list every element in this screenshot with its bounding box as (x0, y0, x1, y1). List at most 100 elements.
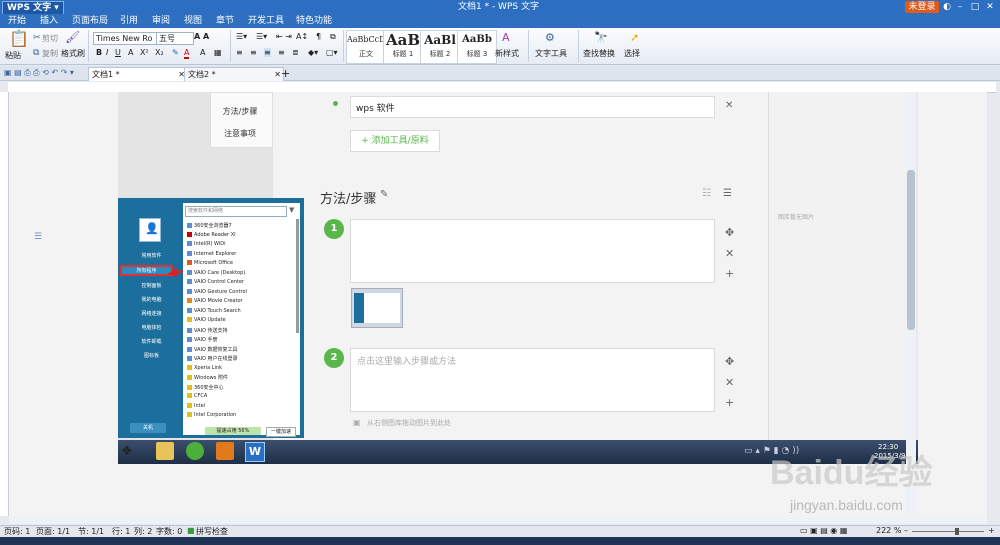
char-shade-icon[interactable]: A (200, 48, 205, 57)
select-icon[interactable]: ➚ (630, 32, 639, 44)
spell-check[interactable]: 拼写检查 (196, 526, 228, 537)
horizontal-scrollbar[interactable] (9, 516, 987, 524)
indent-icon[interactable]: ⇤ ⇥ (276, 32, 292, 41)
select-button[interactable]: 选择 (624, 48, 640, 59)
start-search-input[interactable]: 搜索软件和网络 (185, 206, 287, 217)
tab-doc1[interactable]: 文档1 * ✕ (88, 67, 188, 81)
taskbar-app-icon[interactable] (216, 442, 234, 460)
web-nav-methods[interactable]: 方法/步骤 (210, 106, 270, 117)
zoom-slider-handle[interactable] (955, 528, 959, 535)
superscript-icon[interactable]: X² (140, 48, 149, 57)
sort-icon[interactable]: A↕ (296, 32, 308, 41)
menu-developer[interactable]: 开发工具 (248, 14, 284, 28)
paste-label[interactable]: 粘贴 (5, 50, 21, 61)
list-view-icon[interactable]: ☷ (702, 188, 711, 199)
filter-icon[interactable]: ▼ (289, 206, 294, 214)
italic-icon[interactable]: I (106, 48, 108, 57)
move-icon[interactable]: ✥ (725, 226, 734, 239)
align-right-icon[interactable]: ≡ (264, 48, 271, 57)
subscript-icon[interactable]: X₂ (155, 48, 164, 57)
format-painter-label[interactable]: 格式刷 (61, 48, 85, 59)
program-item[interactable]: Intel Corporation (187, 412, 236, 418)
delete-icon[interactable]: ✕ (725, 376, 734, 389)
program-item[interactable]: VAIO 手册 (187, 336, 218, 343)
shading-icon[interactable]: ◆▾ (308, 48, 318, 57)
style-normal[interactable]: AaBbCcDd 正文 (346, 30, 386, 64)
program-item[interactable]: Internet Explorer (187, 250, 236, 257)
program-item[interactable]: VAIO 用户在线登录 (187, 355, 238, 362)
find-replace-icon[interactable]: 🔭 (594, 32, 608, 44)
minimize-icon[interactable]: – (953, 0, 967, 14)
program-item[interactable]: VAIO Care (Desktop) (187, 269, 245, 276)
new-style-button[interactable]: 新样式 (495, 48, 519, 59)
program-item[interactable]: CFCA (187, 393, 207, 399)
program-item[interactable]: VAIO 传送支持 (187, 327, 228, 334)
document-scroll-thumb[interactable] (907, 170, 915, 330)
detail-view-icon[interactable]: ☰ (723, 188, 732, 199)
program-item[interactable]: 360安全浏览器7 (187, 222, 232, 229)
edit-icon[interactable]: ✎ (380, 189, 388, 200)
text-tools-icon[interactable]: ⚙ (545, 32, 555, 44)
program-item[interactable]: VAIO Touch Search (187, 307, 241, 314)
style-heading3[interactable]: AaBb 标题 3 (457, 30, 497, 64)
speed-up-button[interactable]: 一键加速 (266, 427, 296, 437)
step1-thumbnail-image[interactable] (351, 288, 403, 328)
program-item[interactable]: VAIO 数据恢复工具 (187, 346, 238, 353)
vertical-ruler[interactable] (0, 92, 9, 516)
sm-icons[interactable]: 图标板 (124, 352, 179, 359)
remove-tool-icon[interactable]: ✕ (725, 100, 733, 111)
align-center-icon[interactable]: ≡ (250, 48, 257, 57)
grow-font-icon[interactable]: A A (194, 32, 209, 41)
wps-writer-icon[interactable]: W (245, 442, 265, 462)
tool-item-box[interactable] (350, 96, 715, 118)
maximize-icon[interactable]: □ (968, 0, 982, 14)
sm-checkup[interactable]: 电脑体检 (124, 324, 179, 331)
spell-check-icon[interactable]: ■ (187, 526, 195, 535)
bold-icon[interactable]: B (96, 48, 102, 57)
menu-page-layout[interactable]: 页面布局 (72, 14, 108, 28)
zoom-slider[interactable] (912, 531, 984, 532)
program-item[interactable]: VAIO Control Center (187, 279, 244, 285)
menu-chapter[interactable]: 章节 (216, 14, 234, 28)
close-icon[interactable]: ✕ (983, 0, 997, 14)
menu-start[interactable]: 开始 (8, 14, 26, 28)
highlight-icon[interactable]: ✎ (172, 48, 179, 57)
new-tab-icon[interactable]: + (281, 67, 290, 80)
font-color-icon[interactable]: A (184, 48, 190, 59)
new-style-icon[interactable]: A (502, 32, 510, 44)
menu-review[interactable]: 审阅 (152, 14, 170, 28)
program-item[interactable]: VAIO Gesture Control (187, 288, 247, 295)
program-item[interactable]: VAIO Update (187, 317, 226, 323)
font-size-select[interactable]: 五号 (156, 32, 194, 45)
align-left-icon[interactable]: ≡ (236, 48, 243, 57)
copy-icon[interactable]: ⧉ (33, 47, 39, 59)
explorer-icon[interactable] (156, 442, 174, 460)
font-name-select[interactable]: Times New Ro (93, 32, 157, 45)
paste-icon[interactable]: 📋 (9, 31, 29, 47)
bullet-list-icon[interactable]: ☰▾ (236, 32, 247, 41)
menu-special[interactable]: 特色功能 (296, 14, 332, 28)
quick-access-icons[interactable]: ▣ ▤ ⎙ ⎙ ⟲ ↶ ↷ ▾ (4, 68, 74, 78)
program-item[interactable]: Adobe Reader XI (187, 231, 236, 238)
number-list-icon[interactable]: ☰▾ (256, 32, 267, 41)
menu-insert[interactable]: 插入 (40, 14, 58, 28)
text-tools-button[interactable]: 文字工具 (535, 48, 567, 59)
tab-close-icon[interactable]: ✕ (274, 68, 281, 81)
program-item[interactable]: Xperia Link (187, 364, 222, 371)
cut-icon[interactable]: ✂ (33, 32, 41, 44)
zoom-in-icon[interactable]: + (988, 526, 995, 535)
distribute-icon[interactable]: ≣ (292, 48, 299, 57)
sm-uninstall[interactable]: 软件卸载 (124, 338, 179, 345)
menu-reference[interactable]: 引用 (120, 14, 138, 28)
program-item[interactable]: Intel (187, 402, 205, 409)
programs-scrollbar[interactable] (296, 219, 299, 333)
add-icon[interactable]: + (725, 267, 734, 280)
step1-input[interactable] (350, 219, 715, 283)
sm-control-panel[interactable]: 控制面板 (124, 282, 179, 289)
move-icon[interactable]: ✥ (725, 355, 734, 368)
char-border-icon[interactable]: ▦ (214, 48, 222, 57)
zoom-out-icon[interactable]: – (904, 526, 908, 535)
border-icon[interactable]: ▢▾ (326, 48, 338, 57)
program-item[interactable]: Windows 附件 (187, 374, 228, 381)
underline-icon[interactable]: U (115, 48, 121, 57)
